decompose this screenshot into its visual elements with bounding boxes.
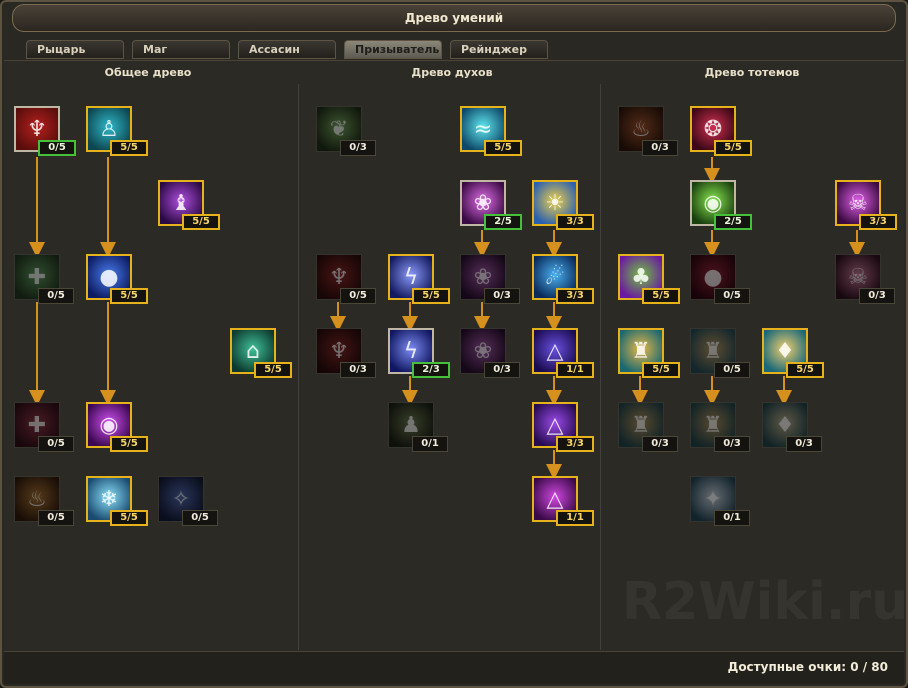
skill-slot[interactable]: ● 5/5 [86, 254, 148, 304]
skill-slot[interactable]: ♙ 5/5 [86, 106, 148, 156]
column-divider [600, 84, 601, 650]
skill-level-counter: 5/5 [110, 140, 148, 156]
skill-slot[interactable]: ♦ 0/3 [762, 402, 822, 452]
skill-level-counter: 0/5 [714, 362, 750, 378]
skill-slot[interactable]: ♜ 0/3 [618, 402, 678, 452]
tree-title-general: Общее древо [104, 66, 192, 79]
skill-level-counter: 0/5 [38, 288, 74, 304]
skill-level-counter: 3/3 [556, 288, 594, 304]
skill-level-counter: 3/3 [556, 436, 594, 452]
skill-slot[interactable]: ◉ 2/5 [690, 180, 752, 230]
skill-slot[interactable]: ● 0/5 [690, 254, 750, 304]
skill-level-counter: 1/1 [556, 362, 594, 378]
skill-slot[interactable]: ☠ 3/3 [835, 180, 897, 230]
skill-level-counter: 0/5 [38, 140, 76, 156]
skill-slot[interactable]: ☄ 3/3 [532, 254, 594, 304]
skill-level-counter: 2/5 [484, 214, 522, 230]
skill-slot[interactable]: △ 1/1 [532, 476, 594, 526]
skill-level-counter: 5/5 [714, 140, 752, 156]
tab-ranger[interactable]: Рейнджер [450, 40, 548, 59]
watermark: R2Wiki.ru [622, 572, 908, 632]
tab-knight[interactable]: Рыцарь [26, 40, 124, 59]
skill-level-counter: 2/3 [412, 362, 450, 378]
skill-level-counter: 5/5 [110, 288, 148, 304]
tab-assassin[interactable]: Ассасин [238, 40, 336, 59]
skill-level-counter: 0/3 [340, 140, 376, 156]
skill-level-counter: 5/5 [786, 362, 824, 378]
skill-slot[interactable]: △ 1/1 [532, 328, 594, 378]
skill-level-counter: 0/3 [786, 436, 822, 452]
skill-level-counter: 0/5 [714, 288, 750, 304]
skill-slot[interactable]: ≈5/5 [460, 106, 522, 156]
skill-level-counter: 0/3 [484, 288, 520, 304]
skill-slot[interactable]: ♜ 0/3 [690, 402, 750, 452]
skill-level-counter: 3/3 [556, 214, 594, 230]
skill-slot[interactable]: ♜ 0/5 [690, 328, 750, 378]
tree-title-totems: Древо тотемов [704, 66, 800, 79]
skill-slot[interactable]: ♣ 5/5 [618, 254, 680, 304]
skill-level-counter: 0/3 [714, 436, 750, 452]
skill-slot[interactable]: ♝ 5/5 [158, 180, 220, 230]
skill-slot[interactable]: ❀ 0/3 [460, 254, 520, 304]
skill-level-counter: 2/5 [714, 214, 752, 230]
skill-level-counter: 5/5 [110, 436, 148, 452]
skill-slot[interactable]: ❂ 5/5 [690, 106, 752, 156]
skill-level-counter: 5/5 [484, 140, 522, 156]
skill-level-counter: 0/3 [340, 362, 376, 378]
skill-slot[interactable]: ✚ 0/5 [14, 402, 74, 452]
available-points: Доступные очки: 0 / 80 [727, 660, 888, 674]
skill-slot[interactable]: ❀ 0/3 [460, 328, 520, 378]
skill-slot[interactable]: ♟ 0/1 [388, 402, 448, 452]
skill-slot[interactable]: ϟ 5/5 [388, 254, 450, 304]
skill-slot[interactable]: ⌂ 5/5 [230, 328, 292, 378]
skill-slot[interactable]: ◉ 5/5 [86, 402, 148, 452]
skill-level-counter: 5/5 [642, 288, 680, 304]
skill-level-counter: 5/5 [642, 362, 680, 378]
skill-slot[interactable]: ✧ 0/5 [158, 476, 218, 526]
skill-level-counter: 0/3 [642, 140, 678, 156]
skill-slot[interactable]: ✦ 0/1 [690, 476, 750, 526]
skill-level-counter: 0/1 [412, 436, 448, 452]
skill-slot[interactable]: ♜ 5/5 [618, 328, 680, 378]
skill-level-counter: 5/5 [412, 288, 450, 304]
skill-level-counter: 0/3 [859, 288, 895, 304]
skill-slot[interactable]: ♦ 5/5 [762, 328, 824, 378]
window-title: Древо умений [12, 4, 896, 32]
tab-mage[interactable]: Маг [132, 40, 230, 59]
skill-level-counter: 5/5 [182, 214, 220, 230]
skill-level-counter: 3/3 [859, 214, 897, 230]
skill-slot[interactable]: ❀ 2/5 [460, 180, 522, 230]
skill-level-counter: 0/5 [340, 288, 376, 304]
skill-slot[interactable]: ❄ 5/5 [86, 476, 148, 526]
skill-level-counter: 5/5 [110, 510, 148, 526]
skill-slot[interactable]: ❦ 0/3 [316, 106, 376, 156]
skill-slot[interactable]: ♆ 0/3 [316, 328, 376, 378]
skill-level-counter: 0/1 [714, 510, 750, 526]
tree-title-spirits: Древо духов [411, 66, 493, 79]
skill-slot[interactable]: ϟ 2/3 [388, 328, 450, 378]
column-divider [298, 84, 299, 650]
skill-slot[interactable]: ♨ 0/5 [14, 476, 74, 526]
skill-level-counter: 0/5 [182, 510, 218, 526]
skill-slot[interactable]: ♨ 0/3 [618, 106, 678, 156]
skill-slot[interactable]: ♆ 0/5 [14, 106, 76, 156]
skill-level-counter: 0/5 [38, 436, 74, 452]
skill-slot[interactable]: ☠ 0/3 [835, 254, 895, 304]
skill-level-counter: 0/3 [484, 362, 520, 378]
skill-slot[interactable]: ☀ 3/3 [532, 180, 594, 230]
skill-slot[interactable]: ♆ 0/5 [316, 254, 376, 304]
tab-summoner[interactable]: Призыватель [344, 40, 442, 59]
skill-slot[interactable]: ✚ 0/5 [14, 254, 74, 304]
skill-slot[interactable]: △ 3/3 [532, 402, 594, 452]
skill-level-counter: 0/5 [38, 510, 74, 526]
skill-level-counter: 5/5 [254, 362, 292, 378]
skill-level-counter: 0/3 [642, 436, 678, 452]
skill-level-counter: 1/1 [556, 510, 594, 526]
footer-bar: Доступные очки: 0 / 80 [4, 651, 904, 684]
